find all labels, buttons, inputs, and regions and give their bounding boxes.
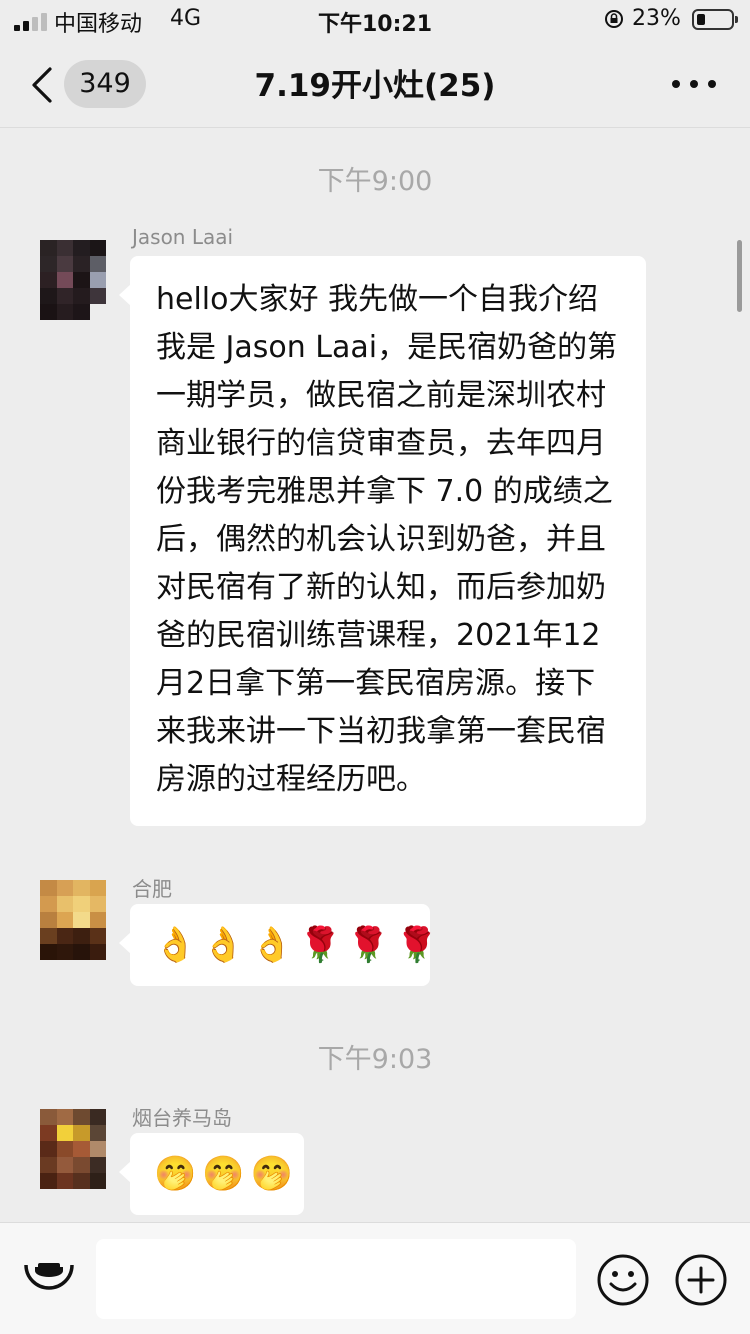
emoji: 👌 — [250, 925, 294, 965]
emoji: 🌹 — [299, 925, 342, 965]
more-options-icon[interactable] — [672, 80, 716, 90]
message-input[interactable] — [96, 1239, 576, 1319]
message-text: hello大家好 我先做一个自我介绍 我是 Jason Laai，是民宿奶爸的第… — [156, 282, 618, 797]
input-bar — [0, 1222, 750, 1334]
emoji-row: 👌 👌 👌 🌹 🌹 🌹 — [130, 904, 438, 986]
chat-header: 349 7.19开小灶(25) — [0, 42, 750, 128]
avatar[interactable] — [40, 880, 106, 960]
timestamp: 下午9:03 — [317, 1044, 433, 1075]
emoji-smile-icon[interactable] — [596, 1253, 650, 1307]
message-bubble[interactable]: hello大家好 我先做一个自我介绍 我是 Jason Laai，是民宿奶爸的第… — [119, 256, 646, 826]
unread-count-badge[interactable]: 349 — [64, 60, 146, 108]
emoji: 🤭 — [202, 1154, 245, 1194]
scrollbar[interactable] — [737, 240, 742, 312]
sender-name: 合肥 — [132, 877, 172, 901]
voice-icon[interactable] — [22, 1253, 76, 1307]
emoji: 🤭 — [154, 1154, 197, 1194]
emoji: 🤭 — [250, 1154, 294, 1194]
emoji-row: 🤭 🤭 🤭 — [130, 1133, 304, 1215]
emoji: 🌹 — [395, 925, 439, 965]
back-chevron-icon[interactable] — [28, 66, 58, 104]
battery-icon — [692, 9, 738, 30]
message-bubble[interactable]: 🤭 🤭 🤭 — [119, 1133, 304, 1215]
sender-name: 烟台养马岛 — [132, 1106, 232, 1130]
avatar[interactable] — [40, 1109, 106, 1189]
battery-percent: 23% — [632, 6, 681, 31]
plus-circle-icon[interactable] — [674, 1253, 728, 1307]
message-list[interactable]: 下午9:00 Jason Laai hello大家好 我先做一个自我介绍 我是 … — [0, 129, 750, 1222]
rotation-lock-icon — [605, 10, 623, 28]
emoji: 🌹 — [347, 925, 390, 965]
chat-title: 7.19开小灶(25) — [254, 68, 496, 104]
timestamp: 下午9:00 — [317, 166, 433, 197]
emoji: 👌 — [202, 925, 245, 965]
message-bubble[interactable]: 👌 👌 👌 🌹 🌹 🌹 — [119, 904, 438, 986]
status-bar: 中国移动 4G 下午10:21 23% — [0, 0, 750, 42]
avatar[interactable] — [40, 240, 106, 320]
emoji: 👌 — [154, 925, 197, 965]
sender-name: Jason Laai — [132, 225, 234, 249]
